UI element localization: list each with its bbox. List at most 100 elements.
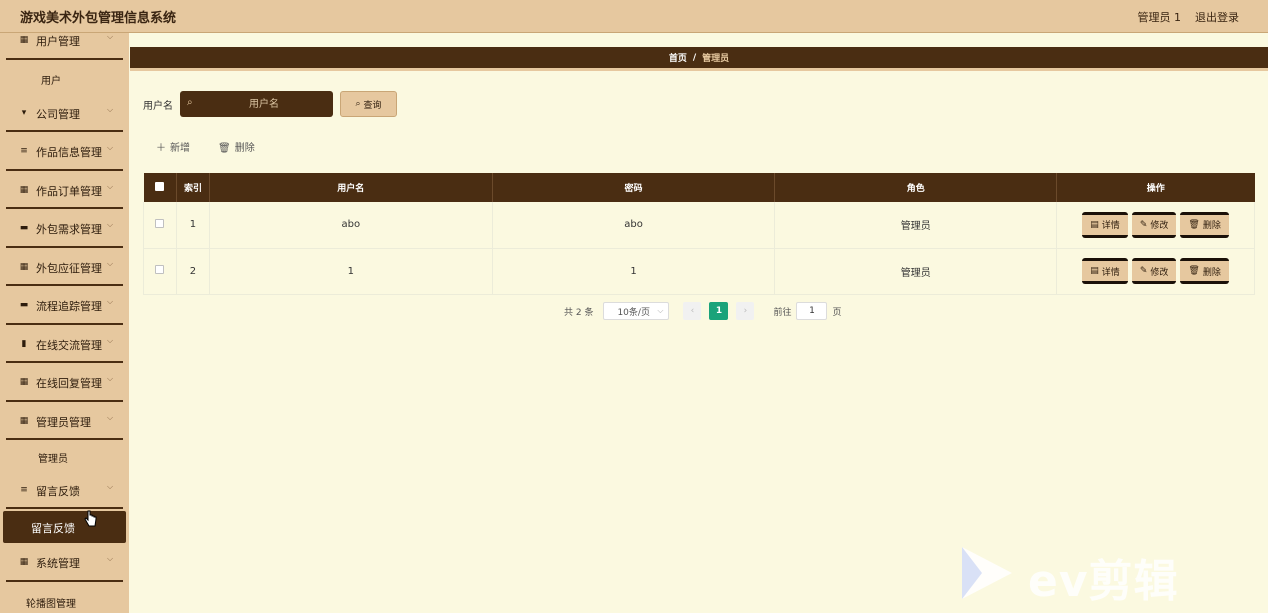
page-size-select[interactable]: 10条/页 ⌵ [603,302,670,320]
chevron-down-icon: ⌵ [657,306,664,315]
sidebar-subitem-admin[interactable]: 管理员 [0,445,129,467]
cell-username: abo [209,202,493,249]
select-all-header [143,173,177,202]
column-header: 操作 [1056,173,1255,202]
sidebar-item-work-order-management[interactable]: ▦ 作品订单管理 ⌵ [0,178,129,202]
pencil-icon: ✎ [1139,266,1148,276]
content-top-strip [129,36,1268,44]
grid-icon: ▦ [19,557,29,567]
cell-role: 管理员 [774,202,1058,249]
list-icon: ≡ [20,146,28,156]
chevron-down-icon: ⌵ [107,413,114,422]
bar-chart-icon: ▮ [21,339,27,349]
column-header: 索引 [176,173,210,202]
sidebar: ▦ 用户管理 ⌵ 用户 ▾ 公司管理 ⌵ ≡ 作品信息管理 ⌵ ▦ 作品订单管理… [0,33,129,613]
sidebar-item-work-info-management[interactable]: ≡ 作品信息管理 ⌵ [0,139,129,163]
grid-icon: ▦ [19,185,29,195]
chevron-down-icon: ⌵ [107,105,114,114]
sidebar-item-system-management[interactable]: ▦ 系统管理 ⌵ [0,550,129,574]
table-header-row: 索引 用户名 密码 角色 操作 [143,173,1255,202]
watermark: ev剪辑 [958,545,1208,607]
sidebar-item-outsource-demand-management[interactable]: ▬ 外包需求管理 ⌵ [0,216,129,240]
cell-username: 1 [209,248,493,295]
delete-button[interactable]: 🗑 删除 [218,139,255,154]
row-checkbox[interactable] [155,218,165,228]
grid-icon: ▦ [19,377,29,387]
breadcrumb: 首页 / 管理员 [130,47,1268,71]
sidebar-item-online-reply-management[interactable]: ▦ 在线回复管理 ⌵ [0,370,129,394]
edit-button[interactable]: ✎ 修改 [1131,211,1177,238]
app-title: 游戏美术外包管理信息系统 [20,11,177,26]
edit-button[interactable]: ✎ 修改 [1131,258,1177,284]
cup-icon: ▾ [21,108,27,118]
cell-index: 2 [176,248,210,295]
sidebar-item-user-management[interactable]: ▦ 用户管理 ⌵ [0,33,129,52]
search-icon: ⌕ [355,99,361,109]
select-all-checkbox[interactable] [155,181,165,191]
cell-role: 管理员 [774,248,1058,295]
chevron-down-icon: ⌵ [107,143,114,152]
detail-button[interactable]: ▤ 详情 [1082,258,1128,284]
chevron-down-icon: ⌵ [107,336,114,345]
row-checkbox[interactable] [155,265,165,274]
logout-link[interactable]: 退出登录 [1195,9,1239,25]
search-label: 用户名 [143,101,173,112]
row-delete-button[interactable]: 🗑 删除 [1180,258,1229,284]
goto-page-input[interactable] [796,302,828,320]
sidebar-subitem-carousel[interactable]: 轮播图管理 [0,590,129,612]
search-icon: ⌕ [187,97,193,108]
monitor-icon: ▬ [19,223,29,233]
menu-divider [6,323,123,325]
next-page-button[interactable]: › [736,302,755,320]
pagination: 共 2 条 10条/页 ⌵ ‹ 1 › 前往 页 [564,302,841,320]
current-user[interactable]: 管理员 1 [1138,9,1182,25]
search-field[interactable]: ⌕ [180,91,333,117]
chevron-down-icon: ⌵ [107,554,114,563]
pencil-icon: ✎ [1139,219,1148,230]
trash-icon: 🗑 [218,143,231,154]
watermark-text: ev剪辑 [1028,556,1179,607]
sidebar-item-process-tracking-management[interactable]: ▬ 流程追踪管理 ⌵ [0,293,129,317]
chevron-down-icon: ⌵ [107,482,114,491]
sidebar-item-company-management[interactable]: ▾ 公司管理 ⌵ [0,101,129,125]
menu-divider [6,580,123,582]
pagination-total: 共 2 条 [564,307,594,318]
chevron-down-icon: ⌵ [107,297,114,306]
grid-icon: ▦ [19,35,29,45]
menu-divider [6,58,123,60]
menu-divider [6,438,123,440]
chevron-down-icon: ⌵ [107,220,114,229]
cell-index: 1 [176,202,210,249]
prev-page-button[interactable]: ‹ [683,302,702,320]
cell-password: abo [492,202,776,249]
add-button[interactable]: ＋新增 [156,139,190,154]
menu-divider [6,207,123,209]
menu-divider [6,400,123,402]
detail-button[interactable]: ▤ 详情 [1082,211,1128,238]
sidebar-item-outsource-application-management[interactable]: ▦ 外包应征管理 ⌵ [0,255,129,279]
grid-icon: ▦ [19,262,29,272]
page-number-button[interactable]: 1 [709,302,729,320]
column-header: 角色 [774,173,1058,202]
breadcrumb-separator: / [692,52,697,63]
breadcrumb-home[interactable]: 首页 [669,51,687,64]
plus-icon: ＋ [156,143,166,154]
breadcrumb-current: 管理员 [702,54,730,64]
query-button[interactable]: ⌕ 查询 [340,91,397,117]
search-input[interactable] [202,94,326,114]
page-unit-label: 页 [832,307,842,318]
chevron-down-icon: ⌵ [107,374,114,383]
trash-icon: 🗑 [1188,266,1200,276]
list-icon: ≡ [20,485,28,495]
sidebar-item-message-feedback[interactable]: ≡ 留言反馈 ⌵ [0,478,129,502]
row-delete-button[interactable]: 🗑 删除 [1180,211,1229,238]
chevron-left-icon: ‹ [690,306,695,316]
sidebar-item-online-chat-management[interactable]: ▮ 在线交流管理 ⌵ [0,332,129,356]
sidebar-item-admin-management[interactable]: ▦ 管理员管理 ⌵ [0,409,129,433]
chevron-down-icon: ⌵ [107,259,114,268]
sidebar-subitem-user[interactable]: 用户 [0,67,129,89]
sidebar-subitem-message-feedback[interactable]: 留言反馈 [3,511,126,543]
goto-label: 前往 [773,307,792,318]
trash-icon: 🗑 [1188,219,1200,230]
cell-password: 1 [492,248,776,295]
